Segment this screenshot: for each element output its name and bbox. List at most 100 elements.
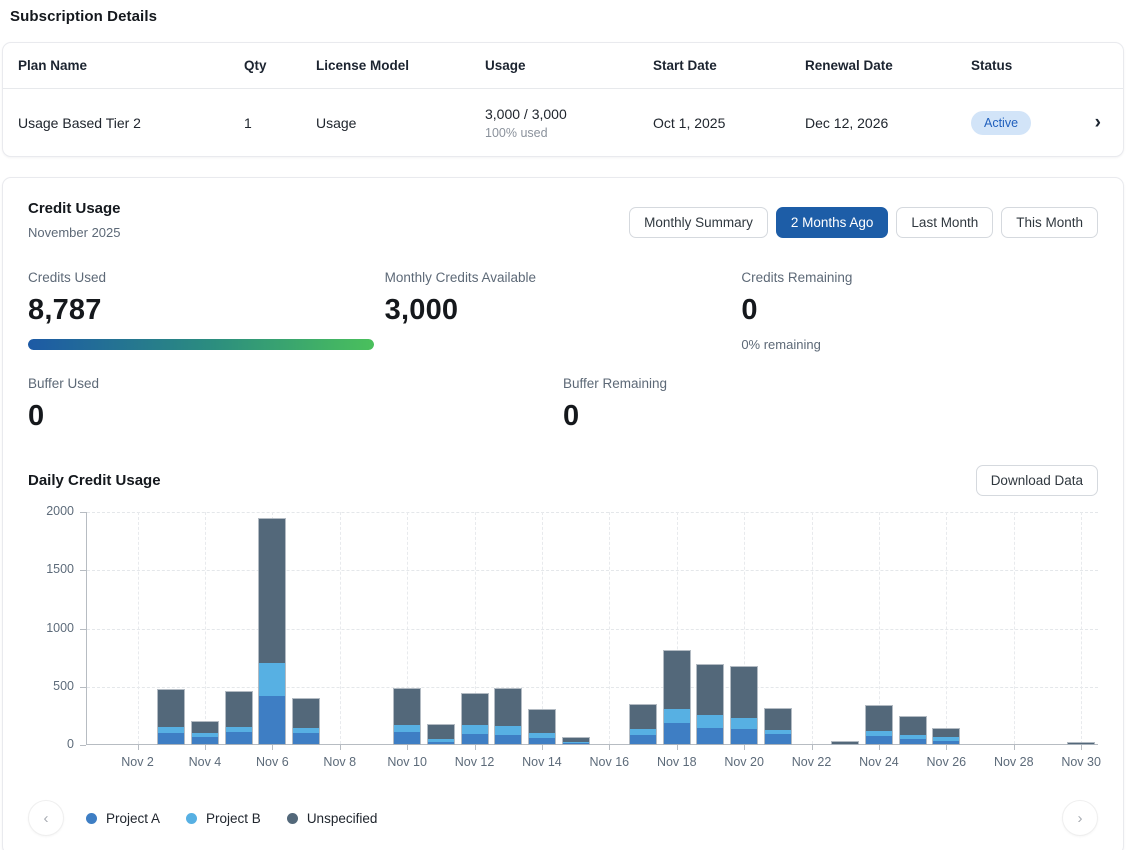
buffer-remaining-value: 0: [563, 400, 1098, 433]
x-tick-mark: [542, 745, 543, 750]
chart-bar-nov-7[interactable]: [293, 699, 319, 744]
bar-segment-project-a: [226, 732, 252, 744]
bar-segment-project-a: [630, 735, 656, 744]
monthly-summary-button[interactable]: Monthly Summary: [629, 207, 768, 238]
buffer-remaining-label: Buffer Remaining: [563, 376, 1098, 391]
x-gridline: [205, 512, 206, 744]
bar-segment-project-a: [765, 734, 791, 744]
plan-name-cell: Usage Based Tier 2: [3, 115, 229, 131]
x-tick-label: Nov 8: [310, 755, 370, 769]
credits-remaining-value: 0: [741, 294, 1098, 327]
bar-segment-unspecified: [866, 706, 892, 731]
bar-segment-project-a: [394, 732, 420, 744]
chart-bar-nov-15[interactable]: [563, 738, 589, 744]
renewal-date-cell: Dec 12, 2026: [790, 115, 956, 131]
chart-bar-nov-23[interactable]: [832, 742, 858, 744]
credit-usage-period: November 2025: [28, 225, 121, 240]
chart-bar-nov-24[interactable]: [866, 706, 892, 744]
bar-segment-project-b: [495, 726, 521, 735]
chart-bar-nov-26[interactable]: [933, 729, 959, 744]
chart-plot: Nov 2Nov 4Nov 6Nov 8Nov 10Nov 12Nov 14No…: [86, 512, 1098, 745]
chart-bar-nov-21[interactable]: [765, 709, 791, 745]
buffer-remaining-stat: Buffer Remaining 0: [563, 376, 1098, 433]
bar-segment-unspecified: [259, 519, 285, 663]
bar-segment-unspecified: [630, 705, 656, 729]
this-month-button[interactable]: This Month: [1001, 207, 1098, 238]
monthly-available-stat: Monthly Credits Available 3,000: [385, 270, 742, 352]
bar-segment-unspecified: [664, 651, 690, 709]
x-gridline: [946, 512, 947, 744]
credits-used-label: Credits Used: [28, 270, 385, 285]
bar-segment-project-a: [495, 735, 521, 744]
legend-label: Project A: [106, 811, 160, 826]
buffer-used-value: 0: [28, 400, 563, 433]
bar-segment-project-a: [462, 734, 488, 744]
bar-segment-unspecified: [731, 667, 757, 718]
table-header-row: Plan Name Qty License Model Usage Start …: [3, 43, 1123, 89]
chart-bar-nov-25[interactable]: [900, 717, 926, 744]
legend-label: Unspecified: [307, 811, 378, 826]
chart-bar-nov-14[interactable]: [529, 710, 555, 744]
bar-segment-project-b: [664, 709, 690, 723]
bar-segment-project-b: [462, 725, 488, 734]
chart-bar-nov-19[interactable]: [697, 665, 723, 744]
daily-credit-usage-chart: Nov 2Nov 4Nov 6Nov 8Nov 10Nov 12Nov 14No…: [28, 512, 1098, 774]
chart-bar-nov-10[interactable]: [394, 689, 420, 744]
daily-credit-usage-title: Daily Credit Usage: [28, 472, 161, 489]
x-tick-mark: [272, 745, 273, 750]
bar-segment-project-a: [664, 723, 690, 744]
credit-usage-card: Credit Usage November 2025 Monthly Summa…: [2, 177, 1124, 850]
x-tick-label: Nov 22: [782, 755, 842, 769]
monthly-available-value: 3,000: [385, 294, 742, 327]
bar-segment-unspecified: [1068, 743, 1094, 744]
y-tick-label: 500: [28, 679, 74, 693]
bar-segment-project-b: [259, 663, 285, 696]
chart-bar-nov-17[interactable]: [630, 705, 656, 744]
x-tick-mark: [138, 745, 139, 750]
x-tick-label: Nov 6: [242, 755, 302, 769]
x-gridline: [609, 512, 610, 744]
chart-bar-nov-13[interactable]: [495, 689, 521, 744]
bar-segment-unspecified: [394, 689, 420, 725]
status-cell: Active: [956, 111, 1074, 135]
last-month-button[interactable]: Last Month: [896, 207, 993, 238]
chart-bar-nov-6[interactable]: [259, 519, 285, 744]
legend-item-unspecified[interactable]: Unspecified: [287, 811, 378, 826]
x-tick-mark: [677, 745, 678, 750]
legend-item-project-a[interactable]: Project A: [86, 811, 160, 826]
x-tick-mark: [205, 745, 206, 750]
y-tick-mark: [80, 745, 86, 746]
chart-bar-nov-5[interactable]: [226, 692, 252, 744]
chart-bar-nov-11[interactable]: [428, 725, 454, 744]
legend-item-project-b[interactable]: Project B: [186, 811, 261, 826]
chart-bar-nov-20[interactable]: [731, 667, 757, 744]
chart-bar-nov-30[interactable]: [1068, 743, 1094, 744]
chart-legend: Project A Project B Unspecified: [86, 811, 1062, 826]
table-row[interactable]: Usage Based Tier 2 1 Usage 3,000 / 3,000…: [3, 89, 1123, 156]
chart-bar-nov-3[interactable]: [158, 690, 184, 744]
bar-segment-project-b: [394, 725, 420, 732]
bar-segment-project-b: [697, 715, 723, 728]
bar-segment-project-a: [731, 729, 757, 744]
y-tick-label: 2000: [28, 504, 74, 518]
col-usage: Usage: [470, 58, 638, 73]
chart-bar-nov-18[interactable]: [664, 651, 690, 744]
chart-bar-nov-12[interactable]: [462, 694, 488, 744]
credits-used-progress-fill: [28, 339, 374, 350]
license-model-cell: Usage: [301, 115, 470, 131]
legend-next-button[interactable]: ›: [1062, 800, 1098, 836]
page-title: Subscription Details: [2, 8, 1124, 25]
qty-cell: 1: [229, 115, 301, 131]
bar-segment-project-b: [731, 718, 757, 730]
chart-bar-nov-4[interactable]: [192, 722, 218, 744]
legend-prev-button[interactable]: ‹: [28, 800, 64, 836]
two-months-ago-button[interactable]: 2 Months Ago: [776, 207, 889, 238]
bar-segment-unspecified: [293, 699, 319, 728]
bar-segment-project-a: [933, 741, 959, 744]
credits-used-value: 8,787: [28, 294, 385, 327]
row-chevron-icon[interactable]: ›: [1095, 113, 1123, 132]
bar-segment-unspecified: [428, 725, 454, 738]
download-data-button[interactable]: Download Data: [976, 465, 1098, 496]
start-date-cell: Oct 1, 2025: [638, 115, 790, 131]
credits-remaining-stat: Credits Remaining 0 0% remaining: [741, 270, 1098, 352]
